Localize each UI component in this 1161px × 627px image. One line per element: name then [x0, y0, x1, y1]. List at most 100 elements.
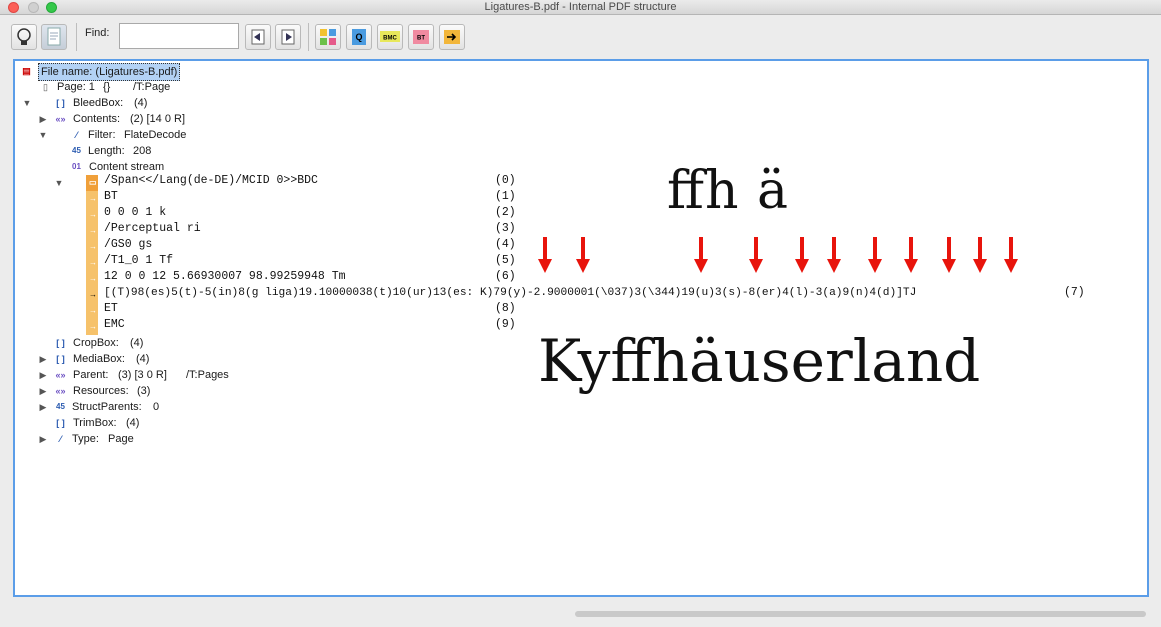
stream-icon: «»: [55, 114, 66, 124]
red-arrow-icon: [827, 237, 841, 273]
structure-tree-button[interactable]: [315, 24, 341, 50]
stream-index-7: (7): [1064, 286, 1085, 299]
contents-label: Contents:: [73, 113, 121, 125]
stream-op-2[interactable]: 0 0 0 1 k: [104, 205, 166, 221]
puzzle-structure-icon: [320, 29, 336, 45]
op-arrow-icon: →: [86, 239, 98, 255]
ligature-word-text: Kyﬀhäuserland: [538, 327, 981, 395]
op-arrow-icon: →: [86, 191, 98, 207]
stream-op-8[interactable]: ET: [104, 301, 118, 317]
stream-op-7[interactable]: [(T)98(es)5(t)-5(in)8(g liga)19.10000038…: [104, 285, 916, 301]
red-arrow-icon: [904, 237, 918, 273]
collapse-triangle-icon[interactable]: ▼: [22, 95, 32, 111]
horizontal-scrollbar[interactable]: [575, 611, 1146, 617]
svg-text:BMC: BMC: [383, 36, 397, 42]
pdf-file-icon: ▤: [22, 66, 31, 76]
tree-row-page[interactable]: ▼ ▯ Page: 1 {} /T:Page: [22, 79, 242, 108]
tree-row-mediabox[interactable]: ▶ [ ] MediaBox: (4): [38, 351, 238, 380]
red-arrow-icon: [1004, 237, 1018, 273]
page-view-button[interactable]: [41, 24, 67, 50]
tree-row-contents[interactable]: ▼ «» Contents: (2) [14 0 R]: [38, 111, 238, 140]
red-arrow-icon: [538, 237, 552, 273]
stream-op-9[interactable]: EMC: [104, 317, 125, 333]
puzzle-q-icon: Q: [352, 29, 366, 45]
bdc-op-icon: ▭: [86, 175, 98, 191]
tree-row-trimbox[interactable]: ▶ [ ] TrimBox: (4): [38, 415, 238, 444]
length-label: Length:: [88, 145, 125, 157]
page-label: Page: 1: [57, 81, 95, 93]
trimbox-label: TrimBox:: [73, 417, 117, 429]
expand-triangle-icon[interactable]: ▶: [38, 431, 48, 447]
bleedbox-label: BleedBox:: [73, 97, 124, 109]
op-arrow-icon: →: [86, 271, 98, 287]
q-operator-button[interactable]: Q: [346, 24, 372, 50]
page-type: /T:Page: [133, 81, 171, 93]
type-value: Page: [108, 433, 134, 445]
tree-row-cropbox[interactable]: ▶ [ ] CropBox: (4): [38, 335, 238, 364]
resources-label: Resources:: [73, 385, 129, 397]
array-icon: [ ]: [56, 338, 65, 348]
find-next-button[interactable]: [275, 24, 301, 50]
find-input[interactable]: [119, 23, 239, 49]
window-title: Ligatures-B.pdf - Internal PDF structure: [484, 1, 677, 13]
find-label: Find:: [85, 27, 110, 39]
stream-op-0[interactable]: /Span<</Lang(de-DE)/MCID 0>>BDC: [104, 173, 318, 189]
tree-row-filter[interactable]: ⁄ Filter: FlateDecode: [70, 127, 240, 143]
array-icon: [ ]: [56, 354, 65, 364]
stream-op-4[interactable]: /GS0 gs: [104, 237, 152, 253]
bmc-operator-button[interactable]: BMC: [377, 24, 403, 50]
page-icon: ▯: [43, 82, 48, 92]
tree-row-resources[interactable]: ▶ «» Resources: (3): [38, 383, 238, 412]
cropbox-label: CropBox:: [73, 337, 119, 349]
red-arrow-icon: [973, 237, 987, 273]
stream-index-5: (5): [495, 254, 516, 267]
stream-op-5[interactable]: /T1_0 1 Tf: [104, 253, 173, 269]
expand-triangle-icon[interactable]: ▶: [38, 399, 48, 415]
structparents-value: 0: [153, 401, 160, 413]
structure-tree[interactable]: ▤ File name: (Ligatures-B.pdf) ▼ ▯ Page:…: [13, 59, 1149, 597]
op-arrow-icon: →: [86, 255, 98, 271]
red-arrow-icon: [694, 237, 708, 273]
tree-row-length[interactable]: 45 Length: 208: [70, 143, 200, 159]
filter-label: Filter:: [88, 129, 116, 141]
tree-row-type[interactable]: ⁄ Type: Page: [54, 431, 254, 447]
red-arrow-icon: [868, 237, 882, 273]
mediabox-label: MediaBox:: [73, 353, 125, 365]
tree-row-parent[interactable]: ▶ «» Parent: (3) [3 0 R] /T:Pages: [38, 367, 298, 396]
stream-index-3: (3): [495, 222, 516, 235]
svg-text:Q: Q: [355, 32, 362, 42]
number-icon: 45: [56, 402, 65, 411]
collapse-triangle-icon[interactable]: ▼: [54, 175, 64, 191]
hint-button[interactable]: [11, 24, 37, 50]
tree-row-file[interactable]: ▤ File name: (Ligatures-B.pdf): [20, 63, 190, 81]
cropbox-value: (4): [130, 337, 144, 349]
page-view-icon: [47, 27, 61, 46]
collapse-triangle-icon[interactable]: ▼: [38, 127, 48, 143]
stream-op-6[interactable]: 12 0 0 12 5.66930007 98.99259948 Tm: [104, 269, 346, 285]
find-previous-icon: [251, 29, 265, 45]
ligature-sample-text: ﬀh ä: [667, 161, 789, 221]
stream-op-1[interactable]: BT: [104, 189, 118, 205]
dictionary-icon: «»: [55, 386, 66, 396]
red-arrow-icon: [795, 237, 809, 273]
tree-row-bleedbox[interactable]: ▶ [ ] BleedBox: (4): [38, 95, 238, 124]
op-arrow-icon: →: [86, 207, 98, 223]
stream-op-3[interactable]: /Perceptual ri: [104, 221, 201, 237]
hint-bulb-icon: [17, 28, 31, 45]
puzzle-bt-icon: BT: [413, 30, 429, 44]
puzzle-arrow-icon: [444, 30, 460, 44]
bt-operator-button[interactable]: BT: [408, 24, 434, 50]
toolbar-separator: [76, 23, 77, 51]
filter-value: FlateDecode: [124, 129, 187, 141]
length-value: 208: [133, 145, 152, 157]
red-arrow-icon: [942, 237, 956, 273]
tree-row-structparents[interactable]: 45 StructParents: 0: [54, 399, 254, 415]
name-icon: ⁄: [75, 130, 78, 140]
find-previous-button[interactable]: [245, 24, 271, 50]
arrow-operator-button[interactable]: [439, 24, 465, 50]
dictionary-icon: «»: [55, 370, 66, 380]
mediabox-value: (4): [136, 353, 150, 365]
svg-text:BT: BT: [417, 36, 425, 42]
op-arrow-selected-icon: →: [86, 287, 98, 303]
contents-value: (2) [14 0 R]: [130, 113, 186, 125]
